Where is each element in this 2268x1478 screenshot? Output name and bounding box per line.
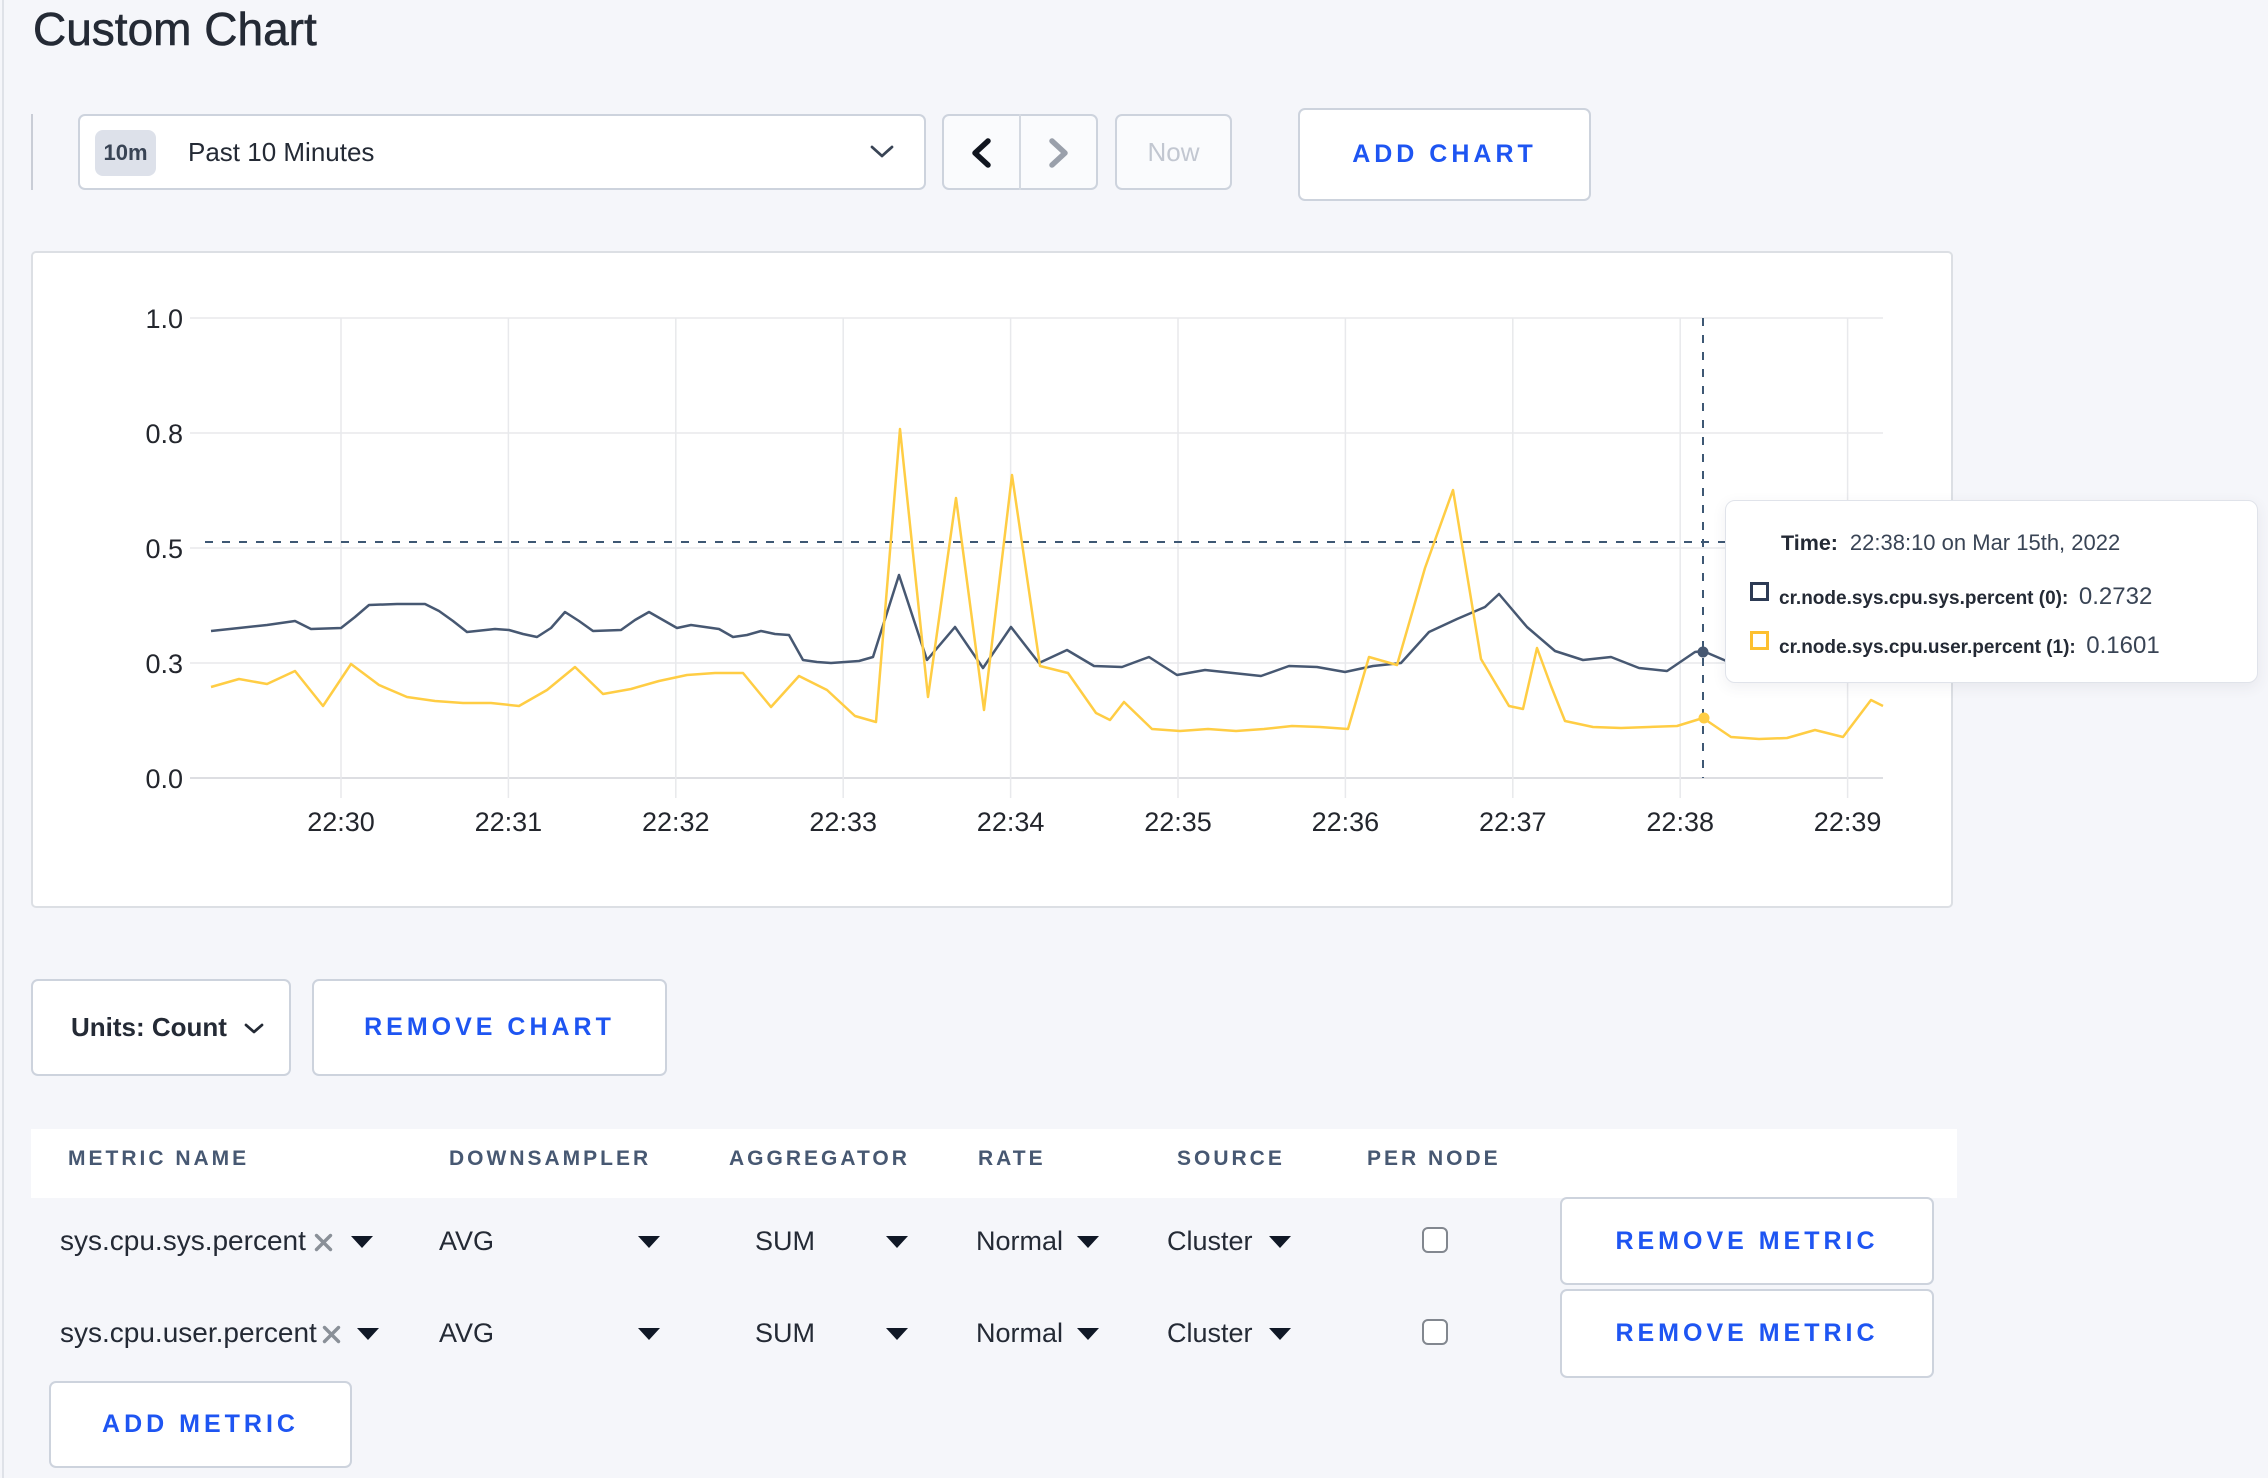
svg-text:22:31: 22:31 [475, 807, 543, 837]
svg-text:22:30: 22:30 [307, 807, 375, 837]
svg-text:22:33: 22:33 [809, 807, 877, 837]
svg-text:22:35: 22:35 [1144, 807, 1212, 837]
svg-text:22:36: 22:36 [1312, 807, 1380, 837]
svg-text:0.3: 0.3 [145, 649, 183, 679]
svg-text:22:38: 22:38 [1646, 807, 1714, 837]
svg-text:0.8: 0.8 [145, 419, 183, 449]
svg-text:1.0: 1.0 [145, 304, 183, 334]
svg-text:22:39: 22:39 [1814, 807, 1882, 837]
svg-text:22:34: 22:34 [977, 807, 1045, 837]
svg-text:22:37: 22:37 [1479, 807, 1547, 837]
svg-text:0.0: 0.0 [145, 764, 183, 794]
svg-text:22:32: 22:32 [642, 807, 710, 837]
svg-text:0.5: 0.5 [145, 534, 183, 564]
